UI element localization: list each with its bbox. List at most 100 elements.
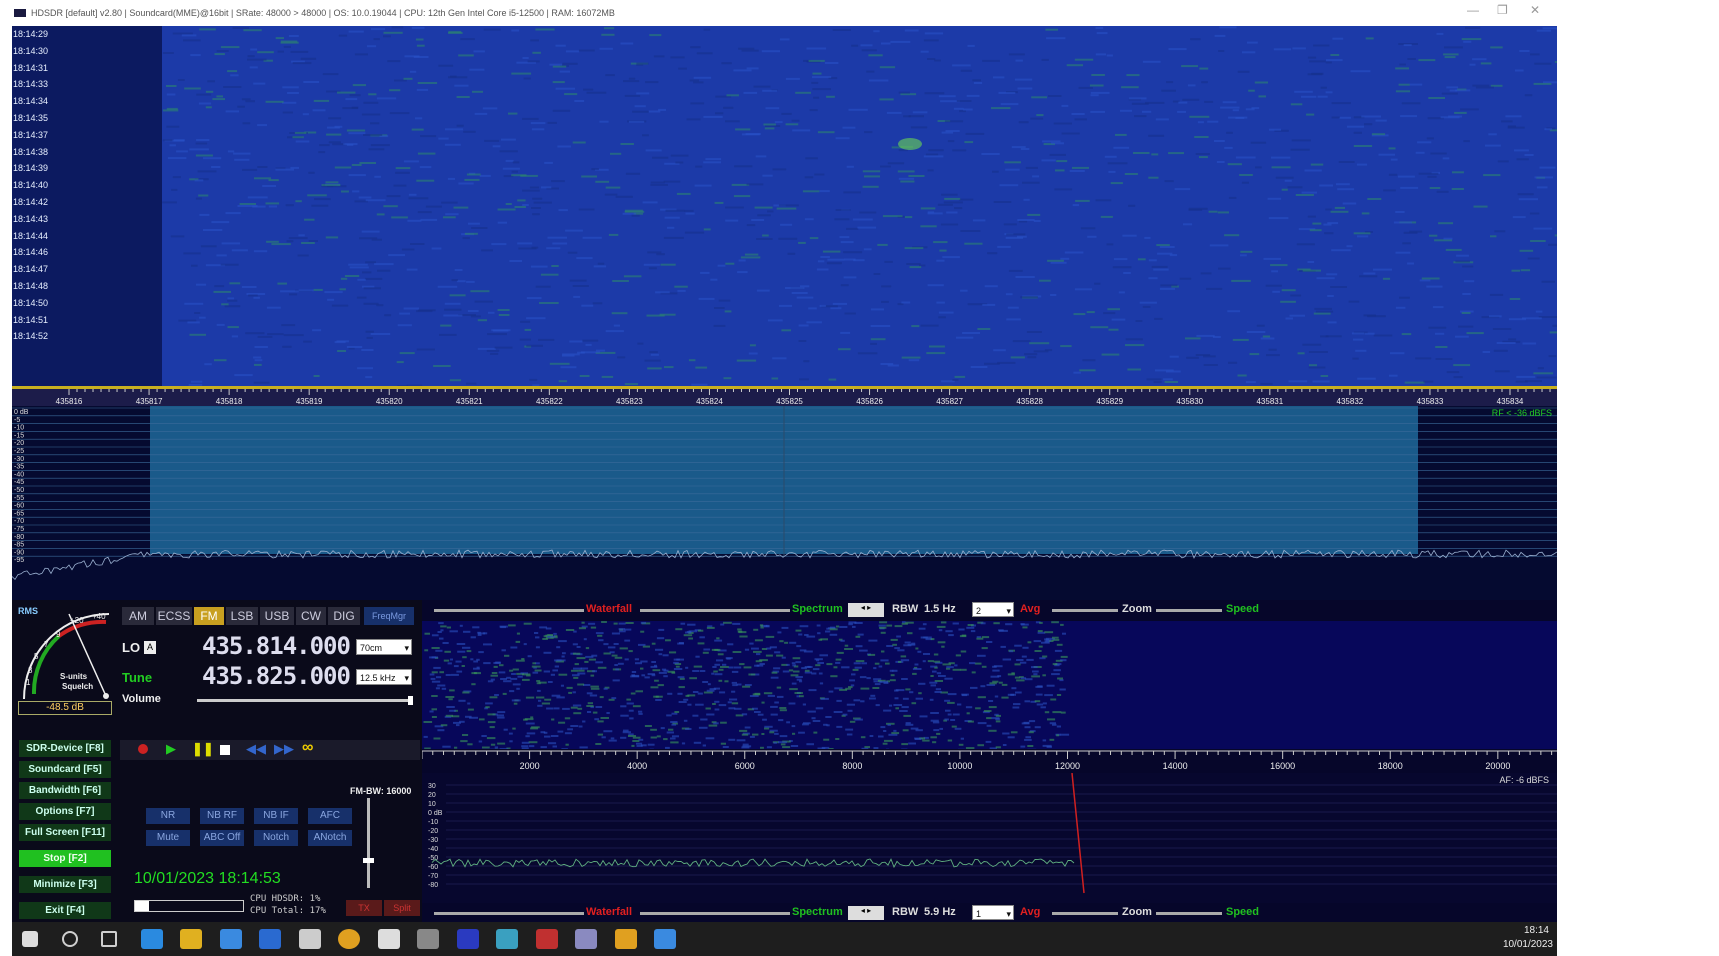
lo-lock-badge[interactable]: A (144, 641, 156, 654)
band-select[interactable]: 70cm ▾ (356, 639, 412, 655)
mode-ecss-button[interactable]: ECSS (156, 607, 192, 625)
edge-icon[interactable] (140, 929, 163, 949)
task-view-icon[interactable] (101, 931, 117, 947)
store-icon[interactable] (219, 929, 242, 949)
spectrum-arrows-button[interactable]: ◂ ▸ (848, 603, 884, 617)
af-waterfall-gain-slider[interactable] (434, 912, 584, 915)
af-spectrum-arrows-button[interactable]: ◂ ▸ (848, 906, 884, 920)
waterfall-timestamp: 18:14:37 (13, 129, 49, 140)
soundcard-button[interactable]: Soundcard [F5] (19, 761, 111, 778)
app-icon-1[interactable] (377, 929, 400, 949)
app-icon-2[interactable] (417, 929, 439, 949)
svg-text:-5: -5 (14, 417, 20, 424)
pause-icon[interactable]: ❚❚ (192, 741, 214, 757)
anotch-button[interactable]: ANotch (308, 830, 352, 846)
rf-frequency-scale[interactable]: 435816 435817 435818 435819 435820 435821 4358… (12, 386, 1557, 406)
record-icon[interactable] (138, 744, 148, 754)
svg-text:435829: 435829 (1096, 397, 1123, 406)
file-explorer-icon[interactable] (180, 929, 202, 949)
waterfall-gain-slider[interactable] (434, 609, 584, 612)
maximize-window-icon[interactable]: ❐ (1497, 3, 1508, 17)
mode-usb-button[interactable]: USB (260, 607, 294, 625)
app-icon-6[interactable] (575, 929, 597, 949)
volume-slider[interactable] (197, 699, 409, 702)
minimize-button[interactable]: Minimize [F3] (19, 876, 111, 893)
mode-lsb-button[interactable]: LSB (226, 607, 258, 625)
stop-button[interactable]: Stop [F2] (19, 850, 111, 867)
squelch-slider[interactable] (367, 798, 370, 888)
nb-rf-button[interactable]: NB RF (200, 808, 244, 824)
nr-button[interactable]: NR (146, 808, 190, 824)
freqmgr-button[interactable]: FreqMgr (364, 607, 414, 625)
app-icon-7[interactable] (614, 929, 637, 949)
mail-icon[interactable] (259, 929, 281, 949)
af-speed-slider[interactable] (1156, 912, 1222, 915)
app-icon-8[interactable] (654, 929, 676, 949)
svg-text:-25: -25 (14, 448, 24, 455)
mode-fm-button[interactable]: FM (194, 607, 224, 625)
search-icon[interactable] (61, 931, 78, 947)
af-zoom-slider[interactable] (1052, 912, 1118, 915)
zoom-label: Zoom (1122, 603, 1152, 615)
speed-slider[interactable] (1156, 609, 1222, 612)
mode-cw-button[interactable]: CW (296, 607, 326, 625)
volume-slider-thumb[interactable] (408, 696, 413, 705)
mode-dig-button[interactable]: DIG (328, 607, 360, 625)
af-spectrum[interactable]: 30 20 10 0 dB -10 -20 -30 -40 -50 -60 -70 -80 AF: -… (422, 772, 1557, 909)
split-button[interactable]: Split (384, 900, 420, 916)
svg-text:435818: 435818 (216, 397, 243, 406)
bandwidth-button[interactable]: Bandwidth [F6] (19, 782, 111, 799)
tx-button[interactable]: TX (346, 900, 382, 916)
rewind-icon[interactable]: ◀◀ (246, 741, 266, 757)
speed-label: Speed (1226, 603, 1260, 615)
svg-text:16000: 16000 (1270, 761, 1295, 771)
mode-am-button[interactable]: AM (122, 607, 154, 625)
exit-button[interactable]: Exit [F4] (19, 902, 111, 919)
app-icon-5[interactable] (535, 929, 558, 949)
mute-button[interactable]: Mute (146, 830, 190, 846)
notch-button[interactable]: Notch (254, 830, 298, 846)
window-title: HDSDR [default] v2.80 | Soundcard(MME)@1… (31, 8, 615, 18)
nb-if-button[interactable]: NB IF (254, 808, 298, 824)
play-icon[interactable]: ▶ (166, 741, 176, 757)
af-speed-label: Speed (1226, 906, 1260, 918)
options-button[interactable]: Options [F7] (19, 803, 111, 820)
windows-start-icon[interactable] (22, 931, 38, 947)
minimize-window-icon[interactable]: — (1467, 3, 1479, 17)
waterfall-timestamp: 18:14:35 (13, 113, 49, 123)
taskbar-clock-time[interactable]: 18:14 (1524, 925, 1549, 936)
tune-label: Tune (122, 670, 153, 685)
lo-frequency[interactable]: 435.814.000 (202, 632, 351, 660)
spectrum-gain-slider[interactable] (640, 609, 790, 612)
chrome-icon[interactable] (338, 929, 360, 949)
avg-select[interactable]: 2 ▾ (972, 602, 1014, 617)
close-window-icon[interactable]: ✕ (1530, 3, 1540, 17)
zoom-slider[interactable] (1052, 609, 1118, 612)
squelch-slider-thumb[interactable] (363, 858, 374, 863)
app-icon-3[interactable] (456, 929, 479, 949)
af-frequency-scale[interactable]: 2000 4000 6000 8000 10000 12000 14000 16000 1800… (421, 749, 1557, 773)
agc-button[interactable]: ABC Off (200, 830, 244, 846)
af-avg-select[interactable]: 1 ▾ (972, 905, 1014, 920)
settings-icon[interactable] (298, 929, 321, 949)
tune-frequency[interactable]: 435.825.000 (202, 662, 351, 690)
smeter-scale-7: 7 (44, 640, 49, 649)
fast-forward-icon[interactable]: ▶▶ (274, 741, 294, 757)
taskbar-clock-date[interactable]: 10/01/2023 (1503, 939, 1553, 950)
app-icon-4[interactable] (496, 929, 518, 949)
smeter-scale-plus20: +20 (70, 616, 84, 625)
sdr-device-button[interactable]: SDR-Device [F8] (19, 740, 111, 757)
waterfall-timestamps: 18:14:29 18:14:30 18:14:31 18:14:33 18:14:34… (12, 26, 72, 386)
afc-button[interactable]: AFC (308, 808, 352, 824)
af-level-label: AF: -6 dBFS (1499, 775, 1549, 785)
af-waterfall[interactable] (422, 621, 1557, 751)
af-avg-label: Avg (1020, 906, 1041, 918)
fullscreen-button[interactable]: Full Screen [F11] (19, 824, 111, 841)
af-spectrum-gain-slider[interactable] (640, 912, 790, 915)
loop-icon[interactable]: ∞ (302, 739, 313, 757)
step-select[interactable]: 12.5 kHz ▾ (356, 669, 412, 685)
avg-select-value: 2 (976, 606, 982, 616)
rf-waterfall[interactable] (12, 26, 1557, 386)
rf-spectrum[interactable]: 0 dB -5 -10 -15 -20 -25 -30 -35 -40 -45 -50 -55 -60-… (11, 406, 1558, 600)
stop-icon[interactable] (220, 745, 230, 755)
